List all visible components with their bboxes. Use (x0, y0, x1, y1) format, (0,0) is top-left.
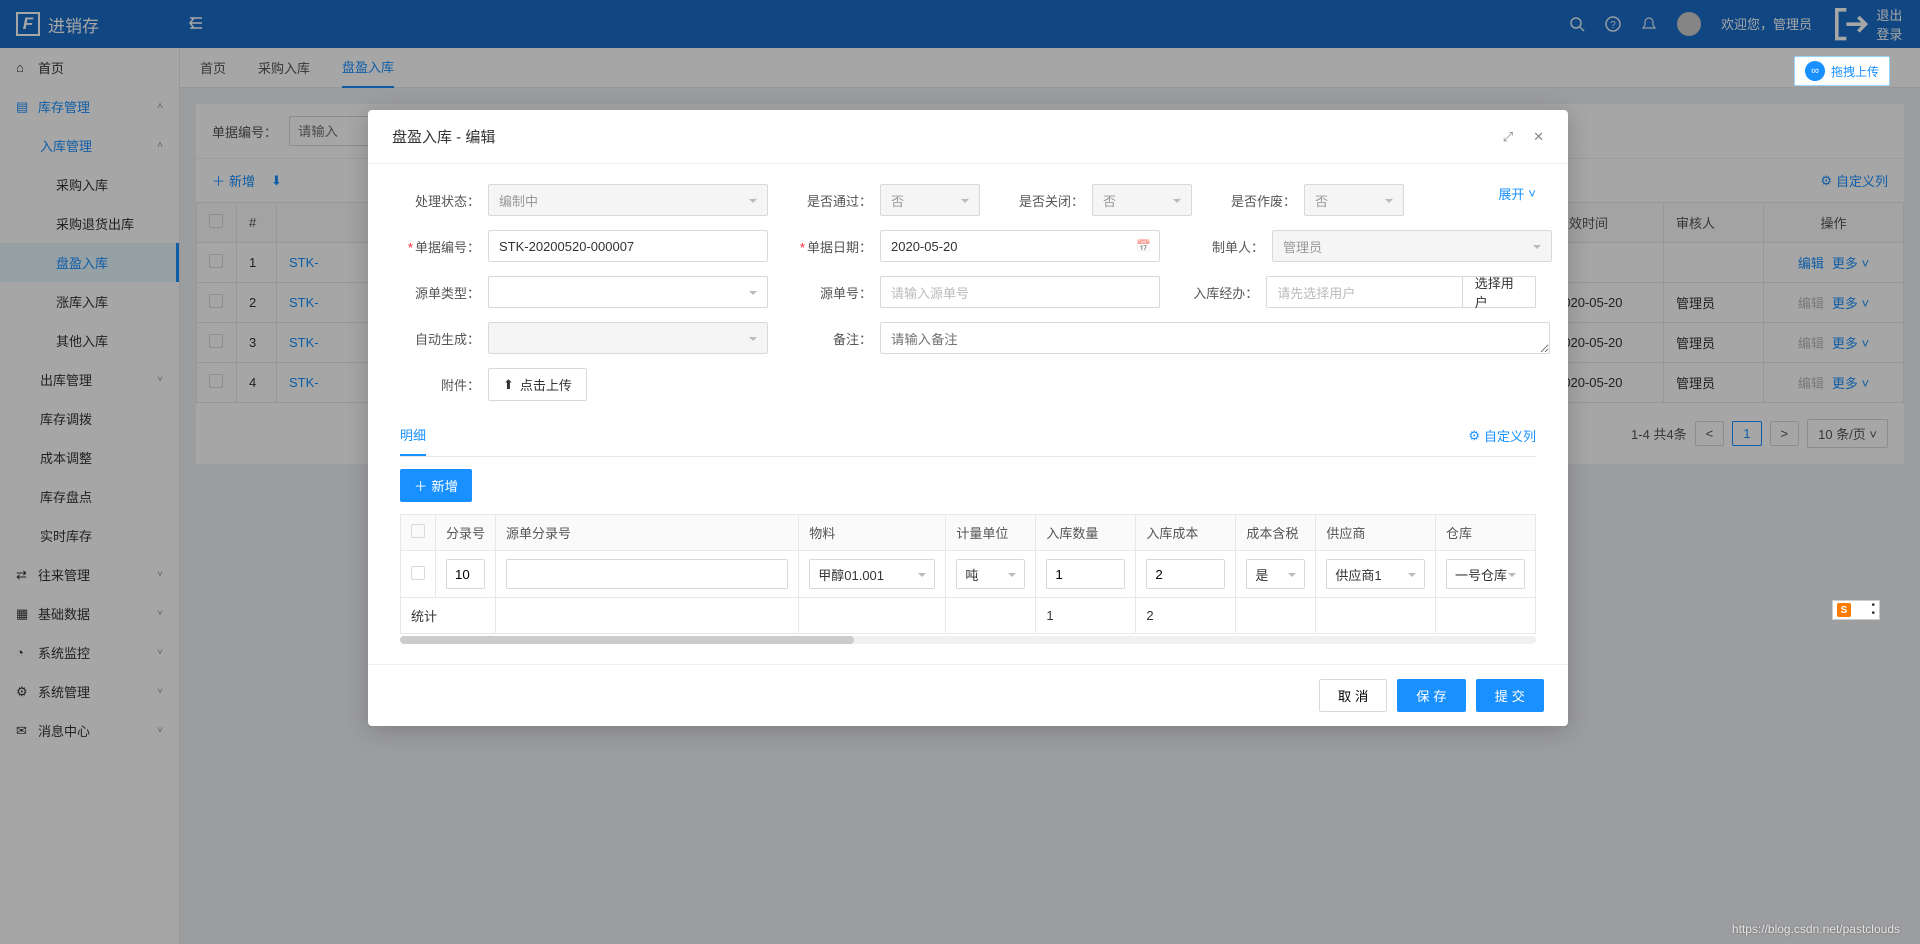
autogen-label: 自动生成： (400, 329, 480, 348)
material-select[interactable]: 甲醇01.001 (809, 559, 935, 589)
srcno-input[interactable]: 请输入源单号 (880, 276, 1160, 308)
col-supplier: 供应商 (1316, 515, 1436, 551)
remark-label: 备注： (792, 329, 872, 348)
upload-label: 点击上传 (520, 375, 572, 394)
date-input[interactable]: 2020-05-20 (880, 230, 1160, 262)
watermark: https://blog.csdn.net/pastclouds (1732, 922, 1900, 936)
modal-body: 处理状态： 编制中 是否通过： 否 是否关闭： 否 是否作废： 否 展开 ˅ *单据编号… (368, 164, 1568, 664)
tax-select[interactable]: 是 (1246, 559, 1305, 589)
expand-button[interactable]: 展开 ˅ (1498, 184, 1536, 203)
void-label: 是否作废： (1216, 191, 1296, 210)
supplier-select[interactable]: 供应商1 (1326, 559, 1425, 589)
date-label: *单据日期： (792, 237, 872, 256)
supplier-value: 供应商1 (1335, 565, 1381, 584)
detail-select-all-checkbox[interactable] (411, 524, 425, 538)
maker-select[interactable]: 管理员 (1272, 230, 1552, 262)
detail-add-button[interactable]: ＋新增 (400, 469, 472, 502)
gear-icon: ⚙ (1468, 428, 1480, 444)
col-material: 物料 (799, 515, 946, 551)
pass-value: 否 (891, 191, 904, 210)
col-src-entry: 源单分录号 (496, 515, 799, 551)
float-upload-label: 拖拽上传 (1831, 63, 1879, 80)
autogen-select[interactable] (488, 322, 768, 354)
date-value: 2020-05-20 (891, 239, 958, 254)
handler-label: 入库经办： (1184, 283, 1258, 302)
status-label: 处理状态： (400, 191, 480, 210)
col-cost: 入库成本 (1136, 515, 1236, 551)
close-label: 是否关闭： (1004, 191, 1084, 210)
upload-icon: ⬆ (503, 377, 514, 393)
col-warehouse: 仓库 (1436, 515, 1536, 551)
remark-textarea[interactable] (880, 322, 1550, 354)
docno-label: *单据编号： (400, 237, 480, 256)
handler-placeholder: 请先选择用户 (1277, 283, 1355, 302)
entry-input[interactable] (446, 559, 485, 589)
void-select[interactable]: 否 (1304, 184, 1404, 216)
unit-value: 吨 (965, 565, 978, 584)
scrollbar-thumb[interactable] (400, 636, 854, 644)
src-entry-input[interactable] (506, 559, 788, 589)
detail-table: 分录号 源单分录号 物料 计量单位 入库数量 入库成本 成本含税 供应商 仓库 (400, 514, 1536, 634)
ime-dots-icon: •• (1871, 602, 1875, 618)
fullscreen-icon[interactable]: ⤢ (1503, 129, 1513, 145)
chevron-down-icon: ˅ (1528, 186, 1536, 201)
expand-label: 展开 (1498, 184, 1524, 203)
modal-header: 盘盈入库 - 编辑 ⤢ ✕ (368, 110, 1568, 164)
col-tax: 成本含税 (1236, 515, 1316, 551)
close-select[interactable]: 否 (1092, 184, 1192, 216)
detail-tab[interactable]: 明细 (400, 415, 426, 456)
close-icon[interactable]: ✕ (1533, 129, 1544, 145)
srctype-select[interactable] (488, 276, 768, 308)
close-value: 否 (1103, 191, 1116, 210)
totals-row: 统计 1 2 (401, 598, 1536, 634)
srctype-label: 源单类型： (400, 283, 480, 302)
col-qty: 入库数量 (1036, 515, 1136, 551)
status-value: 编制中 (499, 191, 538, 210)
save-button[interactable]: 保 存 (1397, 679, 1465, 712)
void-value: 否 (1315, 191, 1328, 210)
tax-value: 是 (1255, 565, 1268, 584)
material-value: 甲醇01.001 (818, 565, 884, 584)
attach-label: 附件： (400, 375, 480, 394)
upload-button[interactable]: ⬆ 点击上传 (488, 368, 587, 401)
plus-icon: ＋ (414, 476, 427, 495)
srcno-placeholder: 请输入源单号 (891, 283, 969, 302)
float-upload-widget[interactable]: ∞ 拖拽上传 (1794, 56, 1890, 86)
total-qty: 1 (1036, 598, 1136, 634)
pass-label: 是否通过： (792, 191, 872, 210)
detail-tabs: 明细 ⚙自定义列 (400, 415, 1536, 457)
ime-icon: S (1837, 603, 1851, 617)
ime-indicator: S •• (1832, 600, 1880, 620)
maker-label: 制单人： (1184, 237, 1264, 256)
srcno-label: 源单号： (792, 283, 872, 302)
detail-row-checkbox[interactable] (411, 566, 425, 580)
docno-value: STK-20200520-000007 (499, 239, 634, 254)
modal-title: 盘盈入库 - 编辑 (392, 126, 495, 147)
warehouse-select[interactable]: 一号仓库 (1446, 559, 1525, 589)
qty-input[interactable] (1046, 559, 1125, 589)
detail-row: 甲醇01.001 吨 是 供应商1 一号仓库 (401, 551, 1536, 598)
modal-footer: 取 消 保 存 提 交 (368, 664, 1568, 726)
edit-modal: 盘盈入库 - 编辑 ⤢ ✕ 处理状态： 编制中 是否通过： 否 是否关闭： 否 是否作… (368, 110, 1568, 726)
docno-input[interactable]: STK-20200520-000007 (488, 230, 768, 262)
maker-value: 管理员 (1283, 237, 1322, 256)
pass-select[interactable]: 否 (880, 184, 980, 216)
detail-custom-columns-label: 自定义列 (1484, 426, 1536, 445)
cost-input[interactable] (1146, 559, 1225, 589)
status-select[interactable]: 编制中 (488, 184, 768, 216)
detail-custom-columns-button[interactable]: ⚙自定义列 (1468, 426, 1536, 445)
cancel-button[interactable]: 取 消 (1319, 679, 1387, 712)
cloud-icon: ∞ (1805, 61, 1825, 81)
select-user-button[interactable]: 选择用户 (1463, 276, 1536, 308)
total-cost: 2 (1136, 598, 1236, 634)
col-entry: 分录号 (436, 515, 496, 551)
warehouse-value: 一号仓库 (1455, 565, 1507, 584)
handler-input[interactable]: 请先选择用户 (1266, 276, 1462, 308)
submit-button[interactable]: 提 交 (1476, 679, 1544, 712)
unit-select[interactable]: 吨 (956, 559, 1025, 589)
horizontal-scrollbar[interactable] (400, 636, 1536, 644)
totals-label: 统计 (401, 598, 496, 634)
col-unit: 计量单位 (946, 515, 1036, 551)
detail-add-label: 新增 (431, 476, 458, 495)
